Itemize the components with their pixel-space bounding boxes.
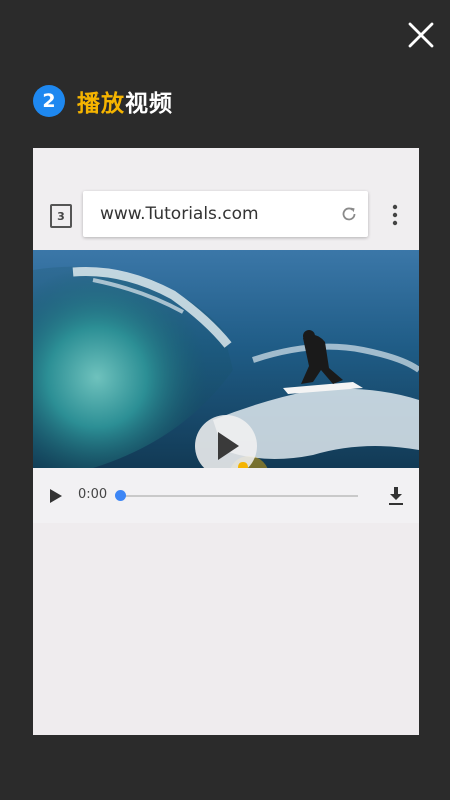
seek-thumb[interactable]: [114, 490, 126, 501]
close-icon: [408, 22, 434, 48]
step-title: 播放视频: [77, 84, 173, 118]
browser-demo-card: 3 www.Tutorials.com 0:00: [33, 148, 419, 735]
step-title-rest: 视频: [125, 91, 173, 117]
video-controls: 0:00: [33, 468, 419, 523]
download-icon[interactable]: [388, 486, 404, 506]
tutorial-screen: 2 播放视频 3 www.Tutorials.com 0:00: [0, 0, 450, 800]
address-bar[interactable]: www.Tutorials.com: [83, 191, 368, 237]
time-display: 0:00: [78, 487, 108, 502]
tab-count-button[interactable]: 3: [50, 204, 72, 228]
close-button[interactable]: [406, 20, 436, 50]
step-header: 2 播放视频: [33, 84, 173, 118]
play-icon[interactable]: [49, 488, 63, 504]
reload-icon[interactable]: [340, 205, 358, 223]
video-frame[interactable]: [33, 250, 419, 468]
browser-toolbar: 3 www.Tutorials.com: [33, 148, 419, 250]
step-title-highlight: 播放: [77, 91, 125, 117]
seek-bar[interactable]: [119, 495, 358, 497]
more-vert-icon[interactable]: [391, 204, 399, 226]
url-text: www.Tutorials.com: [100, 204, 259, 224]
step-number-badge: 2: [33, 85, 65, 117]
hand-pointer-icon: [238, 462, 248, 468]
